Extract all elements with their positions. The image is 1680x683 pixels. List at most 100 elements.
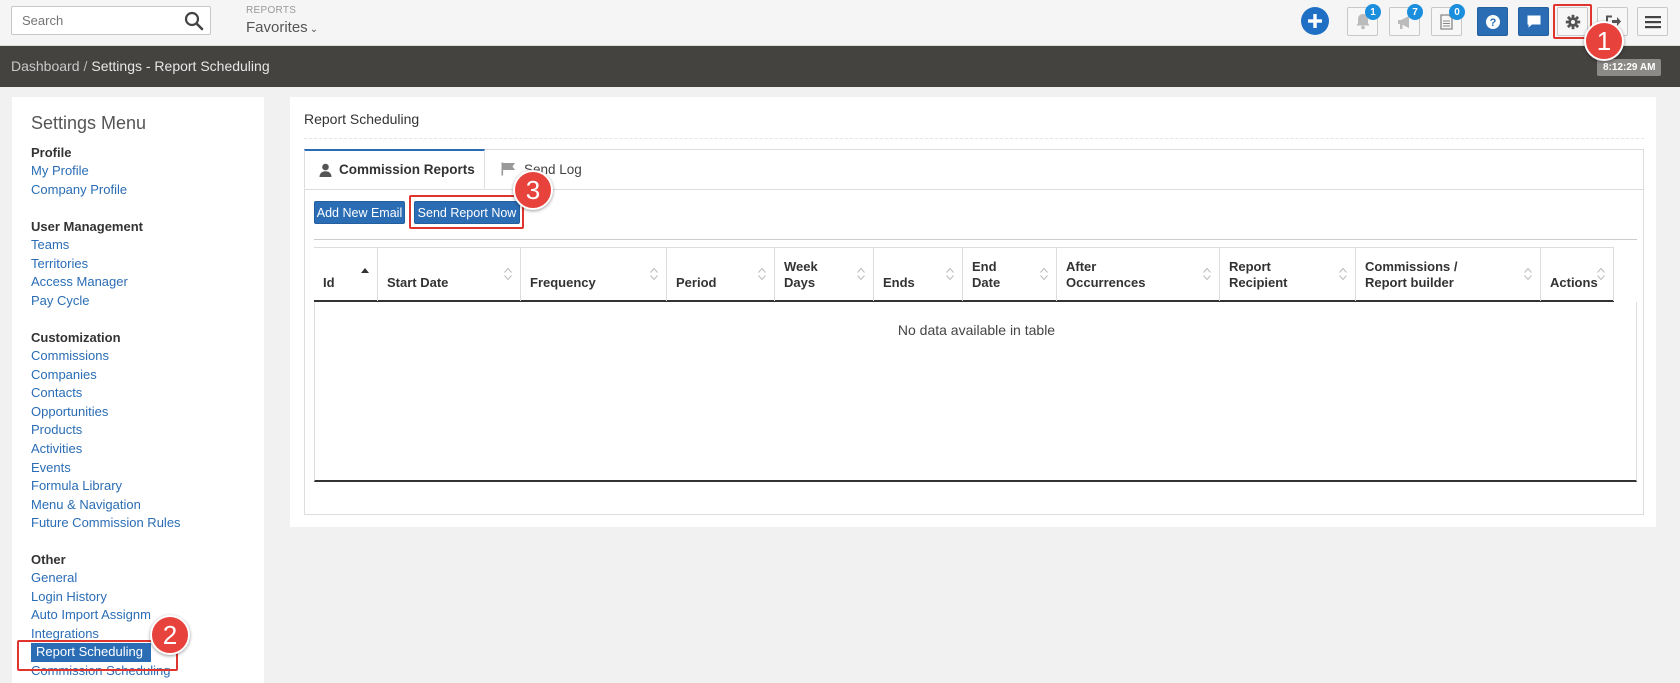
section-customization: Customization Commissions Companies Cont… [31, 328, 181, 533]
column-label: Period [676, 275, 716, 291]
sort-icon[interactable] [503, 266, 513, 282]
tab-label: Commission Reports [339, 162, 475, 177]
sidebar-item-companies[interactable]: Companies [31, 366, 181, 385]
column-label-line1: Commissions / [1365, 259, 1458, 274]
add-new-email-button[interactable]: Add New Email [314, 201, 405, 224]
sidebar-item-auto-import-assignments[interactable]: Auto Import Assignm [31, 606, 170, 625]
column-header-end-date[interactable]: End Date [963, 248, 1057, 301]
column-label-line2: Report builder [1365, 275, 1454, 290]
sort-ascending-icon[interactable] [360, 266, 370, 282]
column-label-line2: Ends [883, 275, 915, 290]
sort-icon[interactable] [1202, 266, 1212, 282]
table-body: No data available in table [314, 302, 1637, 482]
annotation-marker-3: 3 [513, 170, 553, 210]
section-heading: Customization [31, 330, 121, 345]
table-header: Id Start Date Frequency Period Week Days Ends E… [314, 247, 1614, 302]
help-button[interactable]: ? [1477, 7, 1508, 36]
sidebar-item-pay-cycle[interactable]: Pay Cycle [31, 292, 143, 311]
sort-icon[interactable] [757, 266, 767, 282]
sort-icon[interactable] [1596, 266, 1606, 282]
column-label-line2: Start Date [387, 275, 449, 290]
favorites-label: Favorites [246, 19, 308, 36]
sidebar-item-my-profile[interactable]: My Profile [31, 162, 127, 181]
column-label: Actions [1550, 275, 1598, 291]
column-label-line2: Actions [1550, 275, 1598, 290]
search-box[interactable] [11, 6, 211, 35]
sort-icon[interactable] [1338, 266, 1348, 282]
sort-icon[interactable] [1523, 266, 1533, 282]
column-header-period[interactable]: Period [667, 248, 775, 301]
sort-icon[interactable] [1039, 266, 1049, 282]
sidebar-item-opportunities[interactable]: Opportunities [31, 403, 181, 422]
annotation-marker-2: 2 [150, 615, 190, 655]
column-header-id[interactable]: Id [314, 248, 378, 301]
sidebar-item-commissions[interactable]: Commissions [31, 347, 181, 366]
sidebar-item-teams[interactable]: Teams [31, 236, 143, 255]
tab-container: Commission Reports Send Log Add New Emai… [304, 149, 1644, 515]
settings-sidebar: Settings Menu Profile My Profile Company… [12, 97, 264, 683]
column-label: Id [323, 275, 335, 291]
sidebar-item-contacts[interactable]: Contacts [31, 384, 181, 403]
column-label-line2: Id [323, 275, 335, 290]
sidebar-item-login-history[interactable]: Login History [31, 588, 170, 607]
column-label-line2: Occurrences [1066, 275, 1146, 290]
sort-icon[interactable] [945, 266, 955, 282]
notifications-button[interactable]: 1 [1347, 4, 1381, 36]
chat-icon [1527, 15, 1540, 28]
clock-badge: 8:12:29 AM [1597, 59, 1662, 76]
question-icon: ? [1485, 14, 1500, 29]
announcements-count-badge: 7 [1407, 4, 1423, 20]
column-header-report-recipient[interactable]: Report Recipient [1220, 248, 1356, 301]
add-new-button[interactable] [1301, 7, 1329, 35]
column-header-start-date[interactable]: Start Date [378, 248, 521, 301]
column-label-line2: Days [784, 275, 816, 290]
column-label-line2: Period [676, 275, 717, 290]
sidebar-item-general[interactable]: General [31, 569, 170, 588]
column-header-frequency[interactable]: Frequency [521, 248, 667, 301]
column-label-line1: Week [784, 259, 818, 274]
column-header-ends[interactable]: Ends [874, 248, 963, 301]
flag-icon [501, 162, 517, 176]
chat-button[interactable] [1518, 7, 1549, 36]
column-label-line2: Frequency [530, 275, 596, 290]
search-input[interactable] [12, 7, 172, 34]
sort-icon[interactable] [649, 266, 659, 282]
column-header-week-days[interactable]: Week Days [775, 248, 874, 301]
announcements-button[interactable]: 7 [1389, 4, 1423, 36]
sidebar-item-future-commission-rules[interactable]: Future Commission Rules [31, 514, 181, 533]
annotation-highlight-3 [409, 195, 524, 229]
breadcrumb-dashboard-link[interactable]: Dashboard [11, 58, 80, 74]
settings-menu-title: Settings Menu [31, 113, 147, 133]
column-label: Start Date [387, 275, 448, 291]
column-header-commissions-report-builder[interactable]: Commissions / Report builder [1356, 248, 1541, 301]
sidebar-item-formula-library[interactable]: Formula Library [31, 477, 181, 496]
sidebar-item-access-manager[interactable]: Access Manager [31, 273, 143, 292]
tab-commission-reports[interactable]: Commission Reports [304, 149, 485, 189]
divider [304, 138, 1644, 139]
favorites-dropdown[interactable]: Favorites ⌄ [246, 19, 318, 36]
reports-label: REPORTS [246, 5, 297, 16]
column-label-line1: Report [1229, 259, 1271, 274]
divider [314, 239, 1637, 240]
sidebar-item-events[interactable]: Events [31, 459, 181, 478]
sidebar-item-products[interactable]: Products [31, 421, 181, 440]
main-menu-button[interactable] [1637, 7, 1668, 36]
sidebar-item-menu-navigation[interactable]: Menu & Navigation [31, 496, 181, 515]
column-label-line2: Date [972, 275, 1001, 290]
section-heading: User Management [31, 219, 143, 234]
sidebar-item-territories[interactable]: Territories [31, 255, 143, 274]
column-label-line2: Recipient [1229, 275, 1288, 290]
column-label: End Date [972, 259, 1000, 291]
column-header-actions[interactable]: Actions [1541, 248, 1614, 301]
sidebar-item-activities[interactable]: Activities [31, 440, 181, 459]
search-icon[interactable] [184, 11, 204, 31]
breadcrumb-separator: / [83, 58, 88, 74]
column-label: Week Days [784, 259, 818, 291]
documents-button[interactable]: 0 [1431, 4, 1465, 36]
top-bar: REPORTS Favorites⌄ 1 7 0 ? [0, 0, 1680, 46]
sidebar-item-company-profile[interactable]: Company Profile [31, 181, 127, 200]
column-header-after-occurrences[interactable]: After Occurrences [1057, 248, 1220, 301]
column-label-line1: After [1066, 259, 1097, 274]
section-profile: Profile My Profile Company Profile [31, 143, 127, 199]
sort-icon[interactable] [856, 266, 866, 282]
